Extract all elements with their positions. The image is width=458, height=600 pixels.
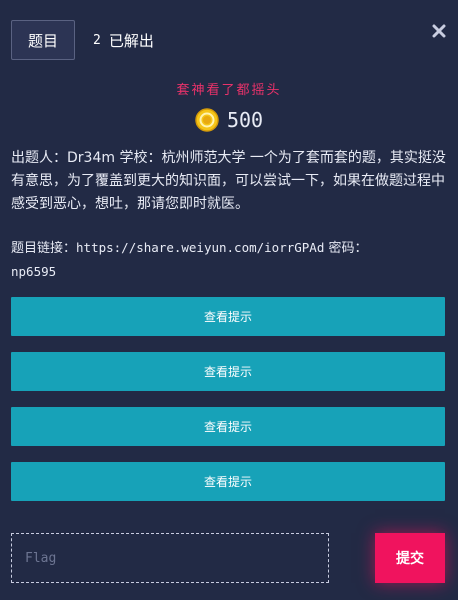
tab-solved[interactable]: 2 已解出 (93, 30, 154, 51)
view-hint-button-1[interactable]: 查看提示 (11, 297, 445, 336)
close-icon[interactable] (432, 24, 446, 38)
challenge-link[interactable]: https://share.weiyun.com/iorrGPAd (76, 240, 324, 255)
challenge-link-line: 题目链接：https://share.weiyun.com/iorrGPAd 密… (11, 236, 447, 284)
link-label: 题目链接： (11, 241, 77, 256)
view-hint-button-2[interactable]: 查看提示 (11, 352, 445, 391)
flag-input[interactable] (11, 533, 329, 583)
challenge-tab-bar: 题目 2 已解出 (11, 19, 154, 61)
coin-icon (195, 108, 219, 132)
solved-count: 2 (93, 32, 101, 48)
password-value: np6595 (11, 264, 57, 279)
view-hint-button-3[interactable]: 查看提示 (11, 407, 445, 446)
submit-button[interactable]: 提交 (375, 533, 445, 583)
points-value: 500 (226, 108, 264, 132)
solved-label: 已解出 (108, 31, 154, 50)
challenge-description: 出题人：Dr34m 学校：杭州师范大学 一个为了套而套的题，其实挺没有意思，为了… (11, 150, 446, 212)
password-label: 密码： (324, 241, 368, 256)
challenge-subtitle: 套神看了都摇头 (176, 83, 282, 98)
view-hint-button-4[interactable]: 查看提示 (11, 462, 445, 501)
points-display: 500 (0, 108, 458, 132)
tab-challenge[interactable]: 题目 (11, 20, 75, 60)
